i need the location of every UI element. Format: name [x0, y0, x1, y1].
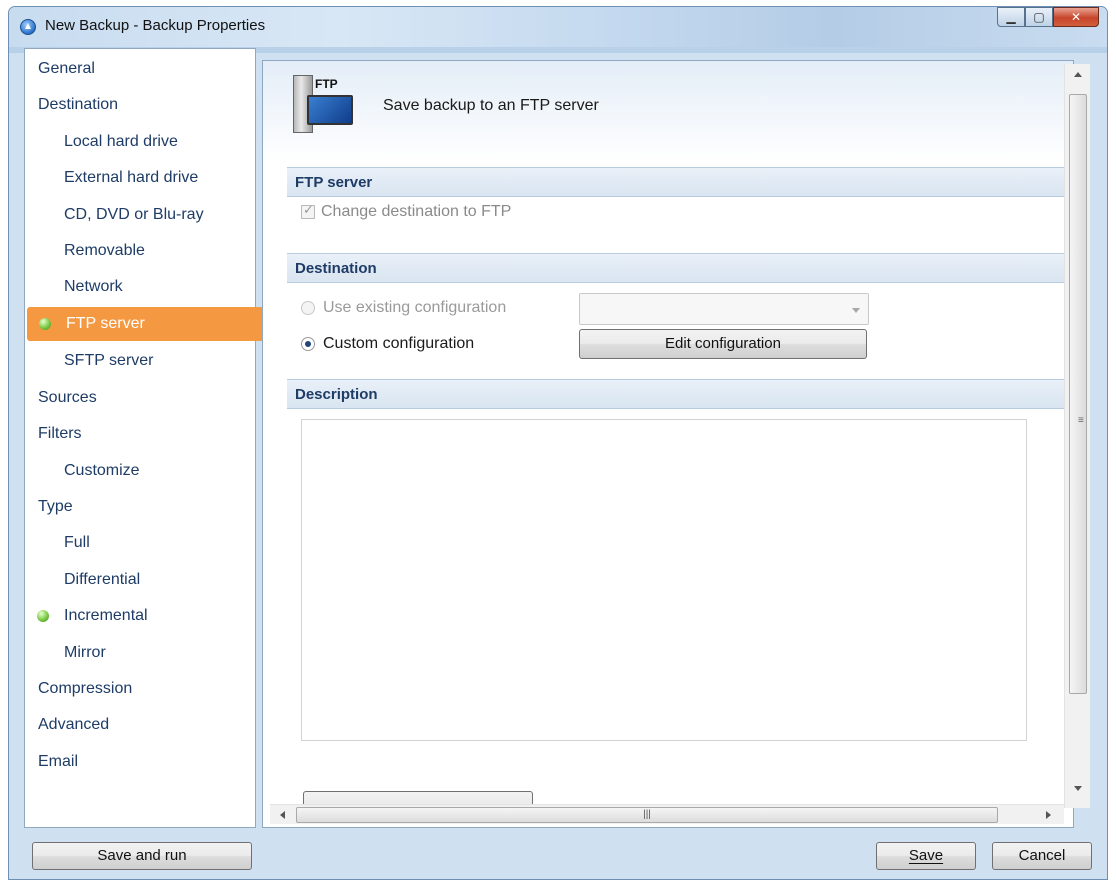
- nav-item-label: Advanced: [38, 716, 110, 734]
- nav-item-compression[interactable]: Compression: [25, 672, 268, 706]
- save-and-run-button[interactable]: Save and run: [32, 842, 252, 870]
- nav-item-sources[interactable]: Sources: [25, 381, 268, 415]
- close-icon: ✕: [1070, 10, 1082, 24]
- nav-item-label: Customize: [64, 461, 140, 479]
- scroll-up-icon[interactable]: [1074, 72, 1082, 77]
- nav-item-cd-dvd-or-blu-ray[interactable]: CD, DVD or Blu-ray: [25, 198, 294, 232]
- vertical-scrollbar[interactable]: ≡: [1064, 64, 1090, 808]
- nav-item-full[interactable]: Full: [25, 526, 294, 560]
- section-ftp-server: FTP server: [287, 167, 1073, 197]
- nav-item-general[interactable]: General: [25, 52, 268, 86]
- minimize-icon: ▁: [1006, 10, 1016, 24]
- page-title: Save backup to an FTP server: [383, 97, 599, 114]
- content-pane: FTP Save backup to an FTP server FTP ser…: [262, 60, 1074, 828]
- nav-item-ftp-server[interactable]: FTP server: [27, 306, 282, 341]
- nav-item-destination[interactable]: Destination: [25, 88, 268, 122]
- nav-item-filters[interactable]: Filters: [25, 417, 268, 451]
- ftp-icon-label: FTP: [315, 77, 338, 91]
- nav-item-customize[interactable]: Customize: [25, 454, 294, 488]
- nav-item-label: FTP server: [66, 314, 145, 332]
- nav-item-external-hard-drive[interactable]: External hard drive: [25, 161, 294, 195]
- change-destination-checkbox[interactable]: [301, 202, 315, 219]
- nav-item-differential[interactable]: Differential: [25, 563, 294, 597]
- nav-item-label: Local hard drive: [64, 132, 178, 150]
- nav-item-label: External hard drive: [64, 169, 199, 187]
- grip-icon: |||: [643, 809, 651, 820]
- nav-item-label: Network: [64, 278, 123, 296]
- ftp-server-icon: FTP: [293, 75, 355, 133]
- window-title: New Backup - Backup Properties: [45, 17, 266, 34]
- nav-item-label: Incremental: [64, 607, 148, 625]
- nav-item-network[interactable]: Network: [25, 270, 294, 304]
- change-destination-checkbox-row[interactable]: Change destination to FTP: [301, 202, 512, 221]
- nav-item-label: Filters: [38, 425, 82, 443]
- app-icon: [20, 19, 36, 35]
- monitor-icon: [307, 95, 353, 125]
- vertical-scroll-thumb[interactable]: ≡: [1069, 94, 1087, 694]
- nav-item-sftp-server[interactable]: SFTP server: [25, 344, 294, 378]
- save-label: Save: [908, 847, 944, 864]
- nav-item-label: SFTP server: [64, 351, 154, 369]
- nav-item-removable[interactable]: Removable: [25, 234, 294, 268]
- save-button[interactable]: Save: [876, 842, 976, 870]
- use-existing-config-radio[interactable]: [301, 301, 315, 315]
- custom-config-radio-row[interactable]: Custom configuration: [301, 335, 474, 353]
- horizontal-scrollbar[interactable]: |||: [270, 804, 1064, 824]
- close-button[interactable]: ✕: [1053, 7, 1099, 27]
- edit-configuration-button[interactable]: Edit configuration: [579, 329, 867, 359]
- section-description: Description: [287, 379, 1073, 409]
- change-destination-label: Change destination to FTP: [321, 203, 512, 220]
- nav-item-label: Mirror: [64, 643, 106, 661]
- section-destination: Destination: [287, 253, 1073, 283]
- nav-item-label: Destination: [38, 96, 119, 114]
- nav-item-label: General: [38, 60, 95, 77]
- nav-item-label: Compression: [38, 680, 133, 697]
- nav-item-type[interactable]: Type: [25, 490, 268, 524]
- use-existing-config-radio-row[interactable]: Use existing configuration: [301, 299, 506, 317]
- title-bar[interactable]: New Backup - Backup Properties ▁ ▢ ✕: [9, 7, 1107, 47]
- existing-config-dropdown[interactable]: [579, 293, 869, 325]
- nav-item-mirror[interactable]: Mirror: [25, 636, 294, 670]
- scroll-right-icon[interactable]: [1046, 811, 1051, 819]
- status-dot-icon: [37, 610, 49, 623]
- minimize-button[interactable]: ▁: [997, 7, 1025, 27]
- nav-item-email[interactable]: Email: [25, 745, 268, 779]
- horizontal-scroll-thumb[interactable]: |||: [296, 807, 998, 823]
- navigation-pane: General Destination Local hard drive Extern…: [24, 48, 282, 828]
- nav-item-local-hard-drive[interactable]: Local hard drive: [25, 125, 294, 159]
- cancel-button[interactable]: Cancel: [992, 842, 1092, 870]
- maximize-button[interactable]: ▢: [1025, 7, 1053, 27]
- window-controls: ▁ ▢ ✕: [997, 7, 1099, 29]
- content-header: FTP Save backup to an FTP server: [263, 61, 1073, 161]
- nav-item-label: Removable: [64, 242, 145, 259]
- grip-icon: ≡: [1078, 415, 1084, 426]
- nav-item-incremental[interactable]: Incremental: [25, 599, 294, 633]
- custom-config-label: Custom configuration: [323, 335, 475, 352]
- description-textarea[interactable]: [301, 419, 1027, 741]
- maximize-icon: ▢: [1033, 10, 1045, 24]
- status-dot-icon: [39, 317, 51, 330]
- nav-item-label: Differential: [64, 570, 141, 588]
- nav-item-label: Email: [38, 752, 79, 770]
- nav-item-label: CD, DVD or Blu-ray: [64, 205, 204, 223]
- use-existing-config-label: Use existing configuration: [323, 299, 507, 316]
- custom-config-radio[interactable]: [301, 337, 315, 351]
- chevron-down-icon: [852, 308, 860, 313]
- scroll-down-icon[interactable]: [1074, 786, 1082, 791]
- nav-item-label: Full: [64, 534, 90, 552]
- scroll-left-icon[interactable]: [280, 811, 285, 819]
- nav-item-advanced[interactable]: Advanced: [25, 708, 268, 742]
- nav-item-label: Sources: [38, 388, 97, 406]
- nav-item-label: Type: [38, 498, 73, 515]
